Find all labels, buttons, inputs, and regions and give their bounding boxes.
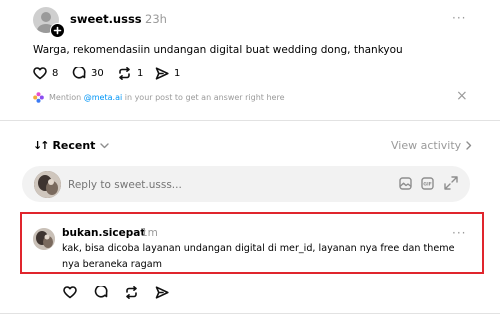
reply-count: 30 (91, 68, 104, 79)
sort-dropdown[interactable]: ↓↑ Recent (33, 139, 110, 152)
sort-arrows-icon: ↓↑ (33, 139, 50, 152)
mention-banner-text: Mention @meta.ai in your post to get an … (49, 93, 285, 102)
image-icon[interactable] (399, 177, 412, 190)
reply-author-avatar[interactable] (33, 228, 55, 250)
reply-text-line1: kak, bisa dicoba layanan undangan digita… (62, 243, 455, 254)
like-count: 8 (52, 68, 59, 79)
post-text: Warga, rekomendasiin undangan digital bu… (33, 44, 403, 56)
sort-label: Recent (52, 139, 96, 152)
heart-icon (33, 67, 47, 80)
reply-input[interactable] (66, 174, 370, 196)
mention-prefix: Mention (49, 93, 84, 102)
comment-icon (94, 286, 108, 298)
chevron-down-icon (100, 142, 110, 148)
reply-time: 1m (141, 227, 158, 239)
reply-share-button[interactable] (155, 286, 169, 299)
divider (0, 120, 500, 121)
chevron-right-icon (466, 141, 472, 150)
post-username[interactable]: sweet.usss (70, 12, 142, 26)
reply-text-line2: nya beraneka ragam (62, 259, 162, 270)
repost-button[interactable]: 1 (117, 67, 143, 80)
repost-icon (119, 67, 130, 80)
follow-plus-icon[interactable] (50, 23, 65, 38)
comment-icon (72, 67, 86, 79)
view-activity-link[interactable]: View activity (391, 139, 472, 152)
share-count: 1 (174, 68, 181, 79)
view-activity-label: View activity (391, 139, 462, 152)
reply-comment-button[interactable] (94, 286, 108, 299)
meta-ai-icon (33, 92, 44, 103)
divider (0, 313, 500, 314)
post-more-button[interactable]: ··· (452, 11, 466, 25)
repost-icon (126, 286, 137, 299)
close-banner-button[interactable]: × (456, 88, 468, 104)
send-icon (155, 286, 169, 299)
current-user-avatar[interactable] (34, 171, 61, 198)
like-button[interactable]: 8 (33, 67, 58, 80)
reply-like-button[interactable] (63, 286, 77, 299)
reply-username[interactable]: bukan.sicepat (62, 227, 145, 239)
reply-count-button[interactable]: 30 (72, 67, 104, 80)
gif-icon[interactable]: GIF (421, 177, 434, 190)
repost-count: 1 (137, 68, 144, 79)
mention-suffix: in your post to get an answer right here (122, 93, 285, 102)
share-button[interactable]: 1 (155, 67, 180, 80)
expand-icon[interactable] (444, 176, 458, 190)
reply-repost-button[interactable] (124, 286, 139, 299)
heart-icon (63, 286, 77, 299)
reply-more-button[interactable]: ··· (452, 226, 466, 240)
svg-text:GIF: GIF (423, 182, 432, 188)
meta-ai-link[interactable]: @meta.ai (84, 93, 122, 102)
send-icon (155, 67, 169, 80)
post-time: 23h (145, 12, 167, 26)
